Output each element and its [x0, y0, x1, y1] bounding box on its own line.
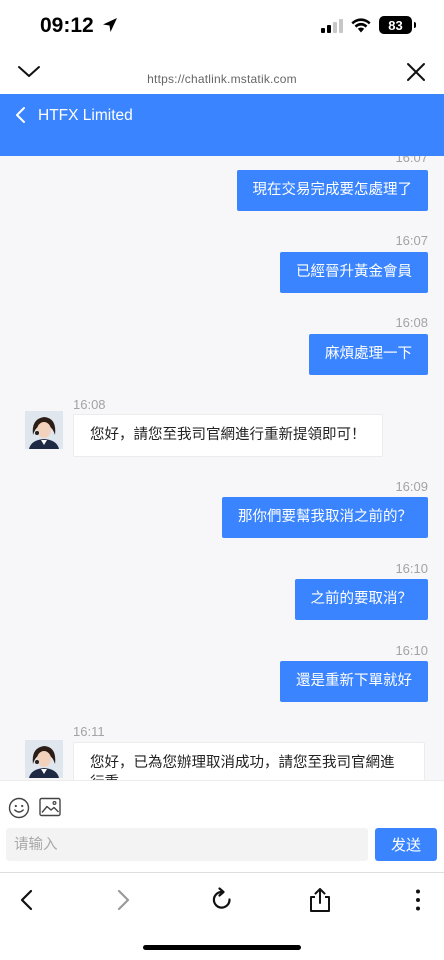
close-icon[interactable] [404, 60, 428, 84]
message-timestamp: 16:07 [395, 156, 428, 165]
location-arrow-icon [102, 18, 117, 32]
share-icon[interactable] [307, 887, 333, 913]
agent-avatar [25, 411, 63, 449]
message-timestamp: 16:08 [73, 397, 106, 412]
wifi-icon [351, 17, 371, 32]
outgoing-message: 麻煩處理一下 [309, 334, 428, 375]
browser-top-bar: https://chatlink.mstatik.com [0, 54, 444, 94]
reload-icon[interactable] [209, 887, 235, 913]
message-timestamp: 16:09 [395, 479, 428, 494]
battery-indicator: 83 [379, 16, 416, 34]
outgoing-message: 現在交易完成要怎處理了 [236, 170, 428, 211]
outgoing-message: 還是重新下單就好 [280, 661, 428, 702]
page-title: HTFX Limited [38, 107, 133, 124]
image-upload-icon[interactable] [39, 797, 61, 817]
incoming-message: 您好，已為您辦理取消成功，請您至我司官網進行重 [73, 742, 425, 780]
cellular-signal-icon [321, 17, 343, 33]
message-timestamp: 16:10 [395, 561, 428, 576]
chat-message-list[interactable]: 16:07 現在交易完成要怎處理了 16:07 已經晉升黃金會員 16:08 麻… [0, 156, 444, 780]
outgoing-message: 已經晉升黃金會員 [280, 252, 428, 293]
home-indicator [143, 945, 301, 950]
browser-url: https://chatlink.mstatik.com [147, 72, 297, 86]
message-input[interactable] [6, 828, 368, 861]
outgoing-message: 那你們要幫我取消之前的？ [222, 497, 428, 538]
chat-header: HTFX Limited [0, 94, 444, 156]
agent-avatar [25, 740, 63, 778]
outgoing-message: 之前的要取消？ [294, 579, 428, 620]
message-timestamp: 16:08 [395, 315, 428, 330]
browser-forward-icon[interactable] [110, 887, 136, 913]
message-timestamp: 16:07 [395, 233, 428, 248]
send-button[interactable]: 发送 [375, 828, 437, 861]
emoji-icon[interactable] [8, 797, 30, 819]
message-timestamp: 16:11 [73, 724, 105, 739]
message-timestamp: 16:10 [395, 643, 428, 658]
back-arrow-icon[interactable] [12, 104, 32, 126]
more-menu-icon[interactable] [405, 887, 431, 913]
browser-back-icon[interactable] [14, 887, 40, 913]
status-time: 09:12 [40, 14, 118, 38]
incoming-message: 您好，請您至我司官網進行重新提領即可！ [73, 414, 383, 457]
status-bar: 09:12 83 [0, 0, 444, 54]
message-composer: 发送 [0, 780, 444, 872]
